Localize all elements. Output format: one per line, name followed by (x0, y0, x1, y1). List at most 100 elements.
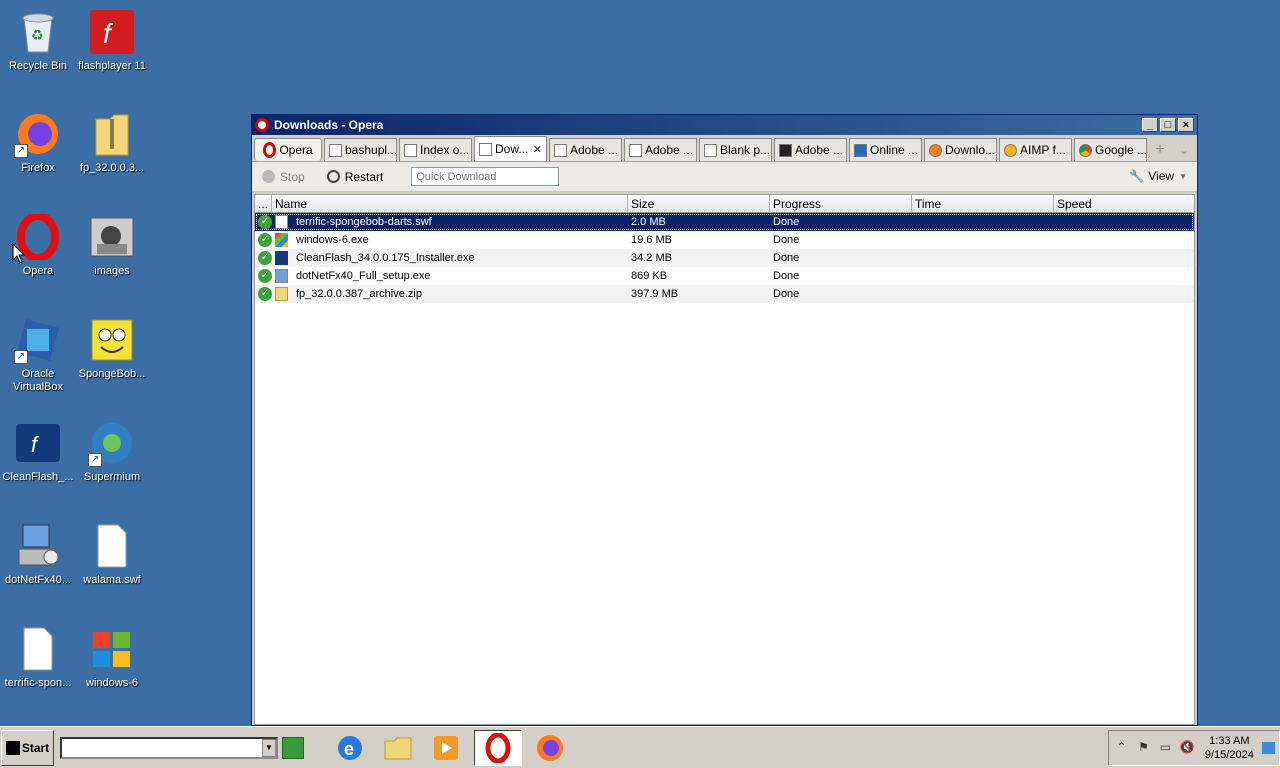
stop-icon (262, 170, 275, 183)
file-name: windows-6.exe (296, 234, 369, 246)
file-size: 34.2 MB (631, 252, 672, 264)
icon-label: CleanFlash_... (2, 471, 74, 483)
go-button[interactable] (282, 736, 304, 759)
tab-downloads[interactable]: Dow... ✕ (474, 136, 547, 161)
desktop-icon-terrific-spongebob[interactable]: terrific-spon... (0, 625, 76, 690)
tab-google[interactable]: Google ... (1074, 138, 1147, 161)
network-icon[interactable]: ▭ (1157, 740, 1174, 756)
icon-label: flashplayer 11 (78, 60, 146, 72)
icon-label: SpongeBob... (78, 368, 146, 380)
desktop-icon-fp-zip[interactable]: fp_32.0.0.3... (74, 110, 150, 175)
desktop-icon-recycle-bin[interactable]: ♻ Recycle Bin (0, 8, 76, 73)
address-bar-input[interactable]: ▼ (60, 736, 278, 759)
tab-download-firefox[interactable]: Downlo... (924, 138, 997, 161)
installer-icon (275, 269, 288, 283)
table-row[interactable]: ✓ windows-6.exe 19.6 MB Done (255, 231, 1194, 249)
icon-label: Supermium (83, 471, 141, 483)
quicklaunch-explorer[interactable] (378, 730, 418, 766)
close-tab-icon[interactable]: ✕ (533, 143, 542, 156)
action-center-flag-icon[interactable]: ⚑ (1135, 740, 1152, 756)
file-icon (275, 215, 288, 229)
file-progress: Done (773, 234, 800, 246)
firefox-icon (929, 143, 942, 157)
table-row[interactable]: ✓ fp_32.0.0.387_archive.zip 397.9 MB Don… (255, 285, 1194, 303)
tab-adobe-1[interactable]: Adobe ... (549, 138, 622, 161)
file-size: 19.6 MB (631, 234, 672, 246)
downloads-list: ... Name Size Progress Time Speed ✓ terr… (254, 194, 1195, 725)
table-row[interactable]: ✓ CleanFlash_34.0.0.175_Installer.exe 34… (255, 249, 1194, 267)
desktop-icon-cleanflash[interactable]: f CleanFlash_... (0, 419, 76, 484)
file-name: CleanFlash_34.0.0.175_Installer.exe (296, 252, 475, 264)
desktop-icon-flashplayer[interactable]: f flashplayer 11 (74, 8, 150, 73)
taskbar-opera[interactable] (474, 729, 522, 766)
column-header-time[interactable]: Time (912, 195, 1054, 212)
title-bar[interactable]: Downloads - Opera _ □ × (252, 115, 1197, 135)
start-button[interactable]: Start (1, 729, 54, 766)
icon-label: dotNetFx40... (4, 574, 72, 586)
desktop-icon-dotnetfx[interactable]: dotNetFx40... (0, 522, 76, 587)
minimize-button[interactable]: _ (1142, 118, 1158, 132)
desktop-icon-windows6[interactable]: windows-6 (74, 625, 150, 690)
icon-label: terrific-spon... (4, 677, 72, 689)
close-button[interactable]: × (1178, 118, 1194, 132)
show-hidden-icons-icon[interactable]: ⌃ (1113, 740, 1130, 756)
folder-icon (384, 737, 412, 759)
mouse-cursor-icon (12, 243, 26, 264)
tab-bar: Opera bashupl... Index o... Dow... ✕ Adob… (252, 135, 1197, 162)
file-size: 2.0 MB (631, 216, 666, 228)
taskbar-firefox[interactable] (530, 730, 570, 766)
column-header-icon[interactable]: ... (255, 195, 272, 212)
tab-label: Index o... (420, 143, 470, 157)
quicklaunch-ie[interactable]: e (330, 730, 370, 766)
desktop-icon-spongebob[interactable]: SpongeBob... (74, 316, 150, 381)
restart-button[interactable]: Restart (326, 169, 384, 184)
clock[interactable]: 1:33 AM 9/15/2024 (1205, 734, 1254, 762)
table-row[interactable]: ✓ dotNetFx40_Full_setup.exe 869 KB Done (255, 267, 1194, 285)
desktop-icon-supermium[interactable]: ↗ Supermium (74, 419, 150, 484)
icon-label: Oracle VirtualBox (13, 368, 63, 393)
tab-blank[interactable]: Blank p... (699, 138, 772, 161)
downloads-toolbar: Stop Restart 🔧 View ▼ (252, 162, 1197, 192)
tab-adobe-3[interactable]: Adobe ... (774, 138, 847, 161)
flash-icon: f (88, 8, 136, 56)
opera-logo-icon (263, 142, 277, 158)
tab-aimp[interactable]: AIMP f... (999, 138, 1072, 161)
view-menu-button[interactable]: 🔧 View ▼ (1129, 169, 1187, 183)
desktop-icon-firefox[interactable]: ↗ Firefox (0, 110, 76, 175)
desktop-icon-walama[interactable]: walama.swf (74, 522, 150, 587)
desktop-icon-images[interactable]: images (74, 213, 150, 278)
column-header-speed[interactable]: Speed (1054, 195, 1194, 212)
tab-list-chevron-icon[interactable]: ⌄ (1173, 139, 1195, 161)
tab-label: Adobe ... (570, 143, 619, 157)
column-header-progress[interactable]: Progress (770, 195, 912, 212)
icon-label: windows-6 (86, 677, 138, 689)
restart-label: Restart (344, 169, 384, 184)
zip-folder-icon (275, 287, 288, 301)
column-header-name[interactable]: Name (272, 195, 628, 212)
icon-label: images (94, 265, 130, 277)
dropdown-arrow-icon[interactable]: ▼ (262, 738, 276, 757)
table-row[interactable]: ✓ terrific-spongebob-darts.swf 2.0 MB Do… (255, 213, 1194, 231)
quicklaunch-media-player[interactable] (426, 730, 466, 766)
quick-download-input[interactable] (411, 167, 560, 186)
tab-index[interactable]: Index o... (399, 138, 472, 161)
show-desktop-icon[interactable] (1261, 742, 1276, 754)
start-label: Start (21, 740, 50, 755)
download-icon (479, 142, 492, 156)
file-size: 869 KB (631, 270, 668, 282)
recycle-bin-icon: ♻ (14, 8, 62, 56)
opera-menu-button[interactable]: Opera (254, 138, 322, 161)
start-icon (5, 740, 20, 755)
maximize-button[interactable]: □ (1160, 118, 1176, 132)
tab-adobe-2[interactable]: Adobe ... (624, 138, 697, 161)
column-header-size[interactable]: Size (628, 195, 770, 212)
desktop-icon-virtualbox[interactable]: ↗ Oracle VirtualBox (0, 316, 76, 394)
tab-online[interactable]: Online ... (849, 138, 922, 161)
tab-label: Blank p... (720, 143, 771, 157)
tab-bashupload[interactable]: bashupl... (324, 138, 397, 161)
new-tab-button[interactable]: + (1149, 139, 1171, 161)
stop-button[interactable]: Stop (262, 170, 305, 184)
table-header: ... Name Size Progress Time Speed (255, 195, 1194, 213)
volume-muted-icon[interactable]: 🔇 (1179, 740, 1196, 756)
chrome-icon (1079, 143, 1092, 157)
